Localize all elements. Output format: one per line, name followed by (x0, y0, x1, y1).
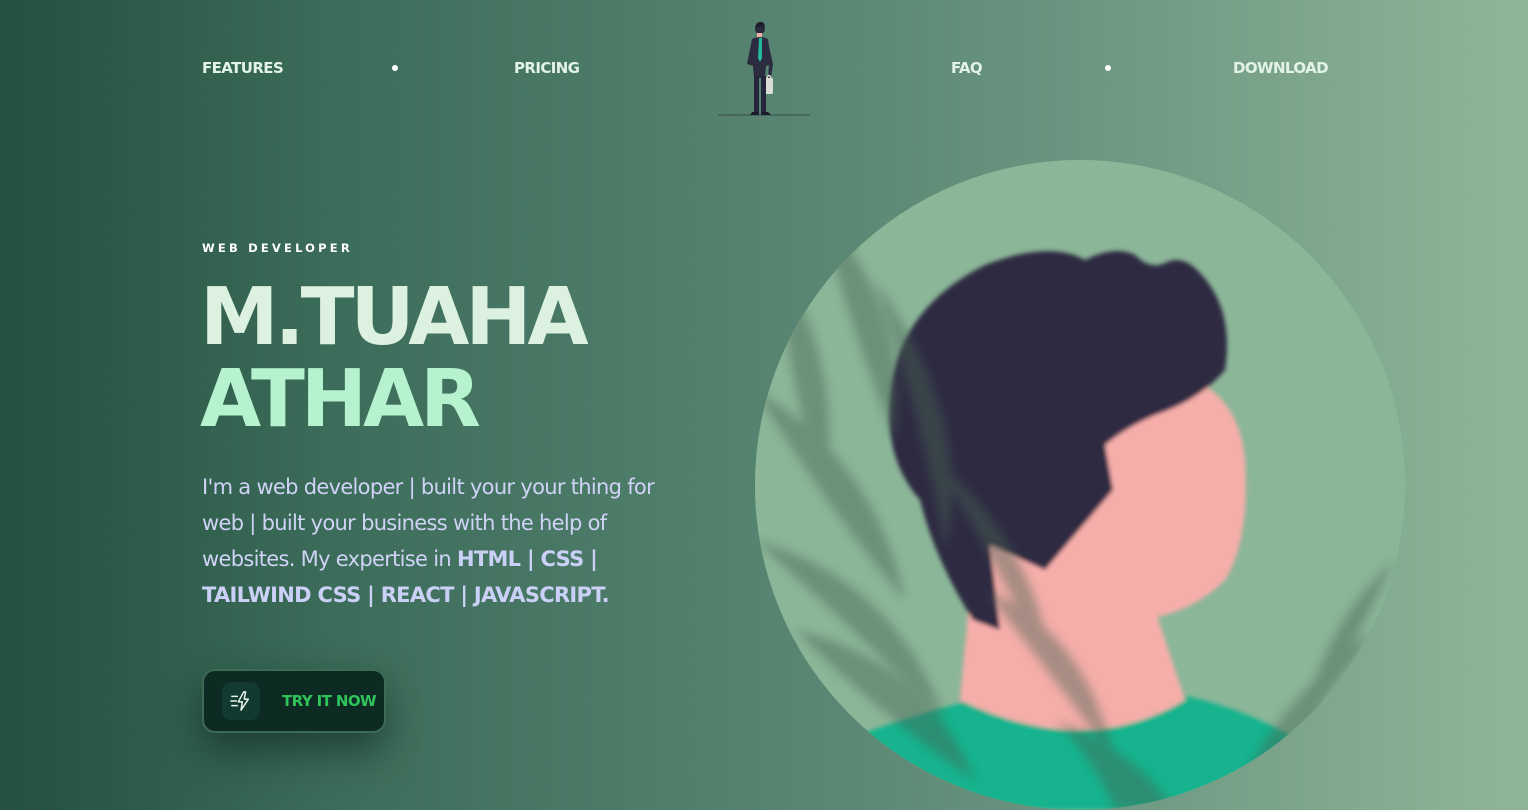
nav-link-faq[interactable]: FAQ (951, 59, 983, 77)
landing-page: FEATURES PRICING FAQ DOWNLOAD WEB DEVELO… (0, 0, 1528, 810)
nav-link-features[interactable]: FEATURES (202, 59, 284, 77)
try-it-now-label: TRY IT NOW (282, 692, 377, 710)
logo-person-icon[interactable] (716, 18, 812, 118)
hero-title-line1: M.TUAHA (200, 271, 589, 363)
hero-description: I'm a web developer | built your your th… (202, 469, 672, 613)
lightning-bolt-icon (222, 682, 260, 720)
hero-title: M.TUAHA ATHAR (200, 276, 720, 440)
nav-link-download[interactable]: DOWNLOAD (1233, 59, 1329, 77)
nav-separator-dot (392, 65, 398, 71)
nav-separator-dot (1105, 65, 1111, 71)
try-it-now-button[interactable]: TRY IT NOW (202, 669, 386, 733)
hero-eyebrow: WEB DEVELOPER (202, 241, 353, 255)
top-navigation: FEATURES PRICING FAQ DOWNLOAD (0, 0, 1528, 130)
hero-title-line2: ATHAR (200, 353, 481, 445)
nav-link-pricing[interactable]: PRICING (514, 59, 580, 77)
avatar-illustration (755, 160, 1405, 810)
